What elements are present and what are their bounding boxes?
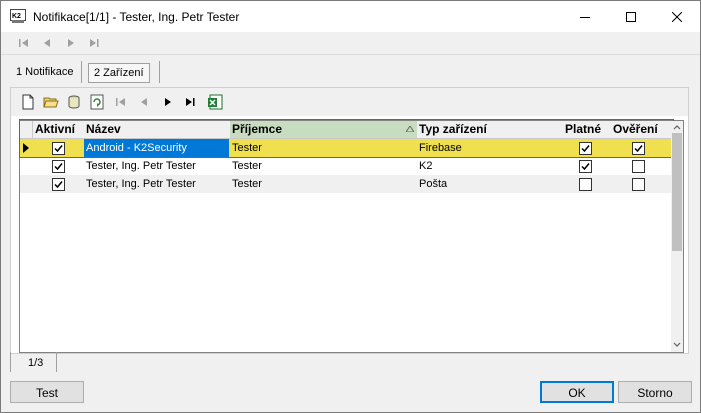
row-active-checkbox[interactable]: [52, 160, 65, 173]
minimize-icon: [580, 16, 590, 18]
ok-button[interactable]: OK: [540, 381, 614, 403]
row-device-type-cell[interactable]: K2: [417, 157, 561, 175]
excel-export-icon[interactable]: [207, 94, 223, 110]
devices-panel: Aktivní Název Příjemce Typ zařízení Plat…: [10, 87, 689, 354]
notification-window: K2 Notifikace[1/1] - Tester, Ing. Petr T…: [0, 0, 701, 413]
status-divider: [10, 352, 11, 372]
row-device-type-cell[interactable]: Pošta: [417, 175, 561, 193]
row-valid-checkbox[interactable]: [579, 178, 592, 191]
cancel-button[interactable]: Storno: [618, 381, 692, 403]
last-record-icon: [90, 39, 99, 47]
scroll-up-icon[interactable]: [671, 122, 683, 132]
close-icon: [672, 11, 682, 22]
row-verified-checkbox[interactable]: [632, 178, 645, 191]
scroll-down-icon[interactable]: [671, 340, 683, 350]
grid-toolbar: [11, 88, 688, 116]
devices-grid: Aktivní Název Příjemce Typ zařízení Plat…: [19, 119, 684, 353]
previous-record-button[interactable]: [40, 37, 54, 49]
record-position: 1/3: [28, 357, 44, 369]
open-folder-icon[interactable]: [43, 94, 59, 110]
record-nav-toolbar: [1, 32, 700, 55]
status-bar: 1/3: [10, 352, 687, 374]
last-record-button[interactable]: [87, 37, 101, 49]
row-name-cell[interactable]: Tester, Ing. Petr Tester: [84, 175, 229, 193]
title-bar: K2 Notifikace[1/1] - Tester, Ing. Petr T…: [1, 1, 700, 32]
tab-notifikace[interactable]: 1 Notifikace: [11, 63, 78, 81]
previous-row-button[interactable]: [136, 94, 152, 110]
row-active-checkbox[interactable]: [52, 178, 65, 191]
maximize-icon: [626, 11, 636, 22]
tab-strip: 1 Notifikace 2 Zařízení: [1, 55, 700, 87]
tab-divider: [159, 61, 160, 83]
highlight-frame: [19, 119, 674, 158]
next-row-button[interactable]: [160, 94, 176, 110]
tab-zarizeni[interactable]: 2 Zařízení: [88, 63, 150, 83]
window-title: Notifikace[1/1] - Tester, Ing. Petr Test…: [33, 10, 240, 24]
test-button[interactable]: Test: [10, 381, 84, 403]
close-button[interactable]: [654, 1, 700, 32]
first-row-button[interactable]: [113, 94, 129, 110]
last-row-button[interactable]: [183, 94, 199, 110]
new-document-icon[interactable]: [20, 94, 36, 110]
scrollbar-thumb[interactable]: [672, 133, 682, 251]
first-record-icon: [19, 39, 28, 47]
maximize-button[interactable]: [608, 1, 654, 32]
app-k2-icon: K2: [10, 9, 26, 23]
first-record-button[interactable]: [17, 37, 31, 49]
minimize-button[interactable]: [562, 1, 608, 32]
next-record-icon: [68, 39, 74, 47]
next-record-button[interactable]: [64, 37, 78, 49]
refresh-icon[interactable]: [89, 94, 105, 110]
tab-divider: [81, 61, 82, 83]
vertical-scrollbar[interactable]: [671, 121, 683, 352]
row-valid-checkbox[interactable]: [579, 160, 592, 173]
row-recipient-cell[interactable]: Tester: [230, 175, 416, 193]
status-divider: [56, 352, 57, 372]
row-verified-checkbox[interactable]: [632, 160, 645, 173]
previous-record-icon: [44, 39, 50, 47]
app-icon-label: K2: [12, 13, 21, 20]
row-recipient-cell[interactable]: Tester: [230, 157, 416, 175]
database-icon[interactable]: [66, 94, 82, 110]
row-name-cell[interactable]: Tester, Ing. Petr Tester: [84, 157, 229, 175]
